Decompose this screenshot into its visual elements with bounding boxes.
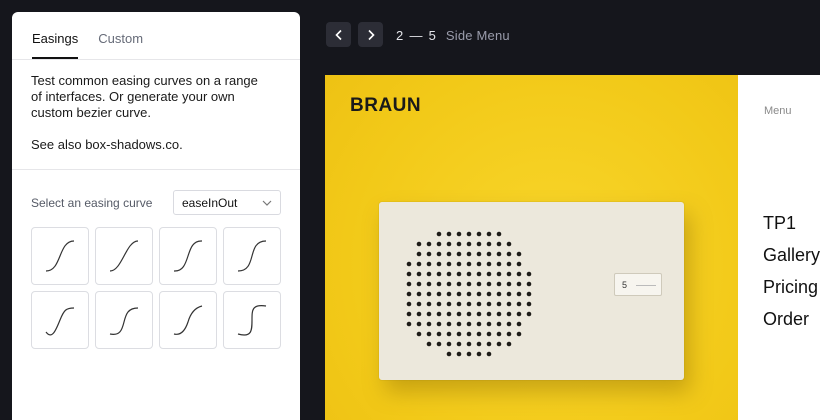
menu-item-gallery[interactable]: Gallery xyxy=(763,245,820,266)
ease-in-out-steep-curve-icon xyxy=(173,240,203,272)
chevron-down-icon xyxy=(262,200,272,206)
example-title: Side Menu xyxy=(445,28,510,43)
curve-tile[interactable] xyxy=(31,291,89,349)
tab-custom[interactable]: Custom xyxy=(98,31,143,59)
curve-picker-label: Select an easing curve xyxy=(31,195,153,210)
preview-frame: BRAUN 5 Menu TP1 Gallery Pricing Order xyxy=(325,75,820,420)
next-button[interactable] xyxy=(358,22,383,47)
curve-tile[interactable] xyxy=(31,227,89,285)
hero-background: BRAUN 5 xyxy=(325,75,738,420)
tuning-dial: 5 xyxy=(614,273,662,296)
ease-in-out-back-curve-icon xyxy=(45,307,75,336)
slide-counter: 2 — 5 Side Menu xyxy=(396,28,510,43)
curve-tile[interactable] xyxy=(95,291,153,349)
curve-grid xyxy=(12,227,300,349)
ease-in-out-circ-curve-icon xyxy=(173,305,203,335)
dial-indicator xyxy=(636,285,656,286)
curve-select[interactable]: easeInOut xyxy=(173,190,281,215)
counter-separator: — xyxy=(409,28,423,43)
easing-panel: Easings Custom Test common easing curves… xyxy=(12,12,300,420)
side-menu: Menu TP1 Gallery Pricing Order xyxy=(738,75,820,420)
brand-logo: BRAUN xyxy=(350,95,422,116)
curve-tile[interactable] xyxy=(95,227,153,285)
menu-label: Menu xyxy=(764,105,792,117)
ease-in-out-expo-curve-icon xyxy=(109,307,139,335)
curve-select-value: easeInOut xyxy=(182,195,238,210)
counter-start: 2 xyxy=(396,28,404,43)
curve-tile[interactable] xyxy=(159,227,217,285)
menu-item-pricing[interactable]: Pricing xyxy=(763,277,818,298)
prev-button[interactable] xyxy=(326,22,351,47)
chevron-left-icon xyxy=(334,29,342,40)
ease-in-out-curve-icon xyxy=(45,240,75,272)
counter-end: 5 xyxy=(428,28,437,43)
panel-tabs: Easings Custom xyxy=(12,12,300,60)
ease-in-out-sharp-curve-icon xyxy=(237,305,267,336)
see-also-text: See also box-shadows.co. xyxy=(31,137,183,152)
menu-item-order[interactable]: Order xyxy=(763,309,809,330)
curve-tile[interactable] xyxy=(223,291,281,349)
menu-item-tp1[interactable]: TP1 xyxy=(763,213,796,234)
curve-tile[interactable] xyxy=(159,291,217,349)
radio-product-image: 5 xyxy=(379,202,684,380)
curve-picker-row: Select an easing curve easeInOut xyxy=(12,190,300,215)
chevron-right-icon xyxy=(367,29,375,40)
ease-in-out-quart-curve-icon xyxy=(237,240,267,272)
intro-section: Test common easing curves on a range of … xyxy=(12,60,300,170)
dial-value: 5 xyxy=(622,279,628,290)
speaker-grille xyxy=(406,231,532,357)
curve-tile[interactable] xyxy=(223,227,281,285)
tab-easings[interactable]: Easings xyxy=(32,31,79,59)
ease-in-out-sine-curve-icon xyxy=(109,240,139,272)
intro-description: Test common easing curves on a range of … xyxy=(31,73,258,120)
